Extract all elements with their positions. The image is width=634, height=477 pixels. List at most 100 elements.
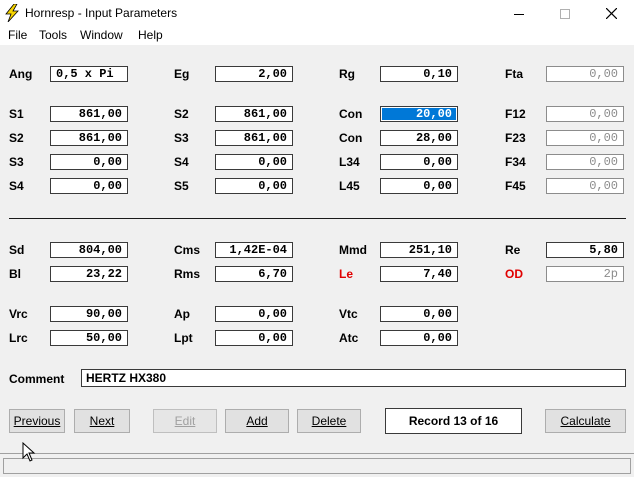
field-lrc[interactable]: 50,00 bbox=[50, 330, 128, 346]
menu-tools[interactable]: Tools bbox=[39, 28, 67, 42]
label-ap: Ap bbox=[174, 307, 190, 321]
label-l45: L45 bbox=[339, 179, 360, 193]
menu-bar: File Tools Window Help bbox=[0, 27, 634, 45]
label-s4: S4 bbox=[9, 179, 24, 193]
label-eg: Eg bbox=[174, 67, 190, 81]
label-fta: Fta bbox=[505, 67, 523, 81]
record-indicator: Record 13 of 16 bbox=[385, 408, 522, 434]
field-fta[interactable]: 0,00 bbox=[546, 66, 624, 82]
menu-help[interactable]: Help bbox=[138, 28, 163, 42]
calculate-button-label: Calculate bbox=[560, 414, 611, 428]
edit-button-label: Edit bbox=[174, 414, 196, 428]
field-con[interactable]: 20,00 bbox=[380, 106, 458, 122]
next-button-label: Next bbox=[89, 414, 115, 428]
label-sd: Sd bbox=[9, 243, 25, 257]
field-con[interactable]: 28,00 bbox=[380, 130, 458, 146]
label-s1: S1 bbox=[9, 107, 24, 121]
field-s1[interactable]: 861,00 bbox=[50, 106, 128, 122]
field-vrc[interactable]: 90,00 bbox=[50, 306, 128, 322]
next-button[interactable]: Next bbox=[74, 409, 130, 433]
field-le[interactable]: 7,40 bbox=[380, 266, 458, 282]
label-atc: Atc bbox=[339, 331, 359, 345]
lightning-bolt-icon bbox=[5, 4, 19, 22]
label-f45: F45 bbox=[505, 179, 526, 193]
label-f23: F23 bbox=[505, 131, 526, 145]
label-od: OD bbox=[505, 267, 523, 281]
label-vtc: Vtc bbox=[339, 307, 358, 321]
label-bl: Bl bbox=[9, 267, 21, 281]
minimize-icon bbox=[514, 13, 524, 15]
field-s3[interactable]: 0,00 bbox=[50, 154, 128, 170]
field-ang[interactable]: 0,5 x Pi bbox=[50, 66, 128, 82]
label-f12: F12 bbox=[505, 107, 526, 121]
previous-button-label: Previous bbox=[13, 414, 61, 428]
title-bar: Hornresp - Input Parameters bbox=[0, 0, 634, 27]
delete-button-label: Delete bbox=[311, 414, 347, 428]
comment-label: Comment bbox=[9, 372, 65, 386]
label-ang: Ang bbox=[9, 67, 33, 81]
field-f45[interactable]: 0,00 bbox=[546, 178, 624, 194]
field-s2[interactable]: 861,00 bbox=[50, 130, 128, 146]
field-sd[interactable]: 804,00 bbox=[50, 242, 128, 258]
close-icon bbox=[605, 8, 617, 19]
maximize-icon bbox=[560, 8, 570, 19]
menu-file[interactable]: File bbox=[8, 28, 27, 42]
field-s5[interactable]: 0,00 bbox=[215, 178, 293, 194]
field-atc[interactable]: 0,00 bbox=[380, 330, 458, 346]
label-le: Le bbox=[339, 267, 354, 281]
minimize-button[interactable] bbox=[496, 0, 542, 27]
label-s2: S2 bbox=[174, 107, 189, 121]
close-button[interactable] bbox=[588, 0, 634, 27]
mouse-cursor-icon bbox=[22, 442, 36, 462]
label-con: Con bbox=[339, 107, 363, 121]
label-rms: Rms bbox=[174, 267, 201, 281]
label-s3: S3 bbox=[9, 155, 24, 169]
field-l45[interactable]: 0,00 bbox=[380, 178, 458, 194]
label-rg: Rg bbox=[339, 67, 355, 81]
label-f34: F34 bbox=[505, 155, 526, 169]
field-lpt[interactable]: 0,00 bbox=[215, 330, 293, 346]
field-cms[interactable]: 1,42E-04 bbox=[215, 242, 293, 258]
field-s4[interactable]: 0,00 bbox=[50, 178, 128, 194]
label-s3: S3 bbox=[174, 131, 189, 145]
label-cms: Cms bbox=[174, 243, 201, 257]
label-re: Re bbox=[505, 243, 521, 257]
previous-button[interactable]: Previous bbox=[9, 409, 65, 433]
field-f23[interactable]: 0,00 bbox=[546, 130, 624, 146]
label-lpt: Lpt bbox=[174, 331, 193, 345]
label-s4: S4 bbox=[174, 155, 189, 169]
label-con: Con bbox=[339, 131, 363, 145]
status-bar bbox=[0, 453, 634, 477]
edit-button[interactable]: Edit bbox=[153, 409, 217, 433]
delete-button[interactable]: Delete bbox=[297, 409, 361, 433]
field-s3[interactable]: 861,00 bbox=[215, 130, 293, 146]
label-vrc: Vrc bbox=[9, 307, 28, 321]
field-vtc[interactable]: 0,00 bbox=[380, 306, 458, 322]
window-title: Hornresp - Input Parameters bbox=[25, 6, 178, 20]
field-ap[interactable]: 0,00 bbox=[215, 306, 293, 322]
label-l34: L34 bbox=[339, 155, 360, 169]
maximize-button[interactable] bbox=[542, 0, 588, 27]
section-divider bbox=[9, 218, 626, 219]
field-bl[interactable]: 23,22 bbox=[50, 266, 128, 282]
field-rms[interactable]: 6,70 bbox=[215, 266, 293, 282]
field-s4[interactable]: 0,00 bbox=[215, 154, 293, 170]
comment-input[interactable]: HERTZ HX380 bbox=[81, 369, 626, 387]
field-f34[interactable]: 0,00 bbox=[546, 154, 624, 170]
add-button[interactable]: Add bbox=[225, 409, 289, 433]
field-l34[interactable]: 0,00 bbox=[380, 154, 458, 170]
calculate-button[interactable]: Calculate bbox=[545, 409, 626, 433]
selected-text: 20,00 bbox=[382, 108, 456, 120]
add-button-label: Add bbox=[246, 414, 268, 428]
menu-window[interactable]: Window bbox=[80, 28, 123, 42]
field-s2[interactable]: 861,00 bbox=[215, 106, 293, 122]
field-re[interactable]: 5,80 bbox=[546, 242, 624, 258]
field-mmd[interactable]: 251,10 bbox=[380, 242, 458, 258]
field-eg[interactable]: 2,00 bbox=[215, 66, 293, 82]
status-panel bbox=[3, 458, 631, 474]
label-lrc: Lrc bbox=[9, 331, 28, 345]
label-s2: S2 bbox=[9, 131, 24, 145]
field-f12[interactable]: 0,00 bbox=[546, 106, 624, 122]
field-od[interactable]: 2p bbox=[546, 266, 624, 282]
field-rg[interactable]: 0,10 bbox=[380, 66, 458, 82]
